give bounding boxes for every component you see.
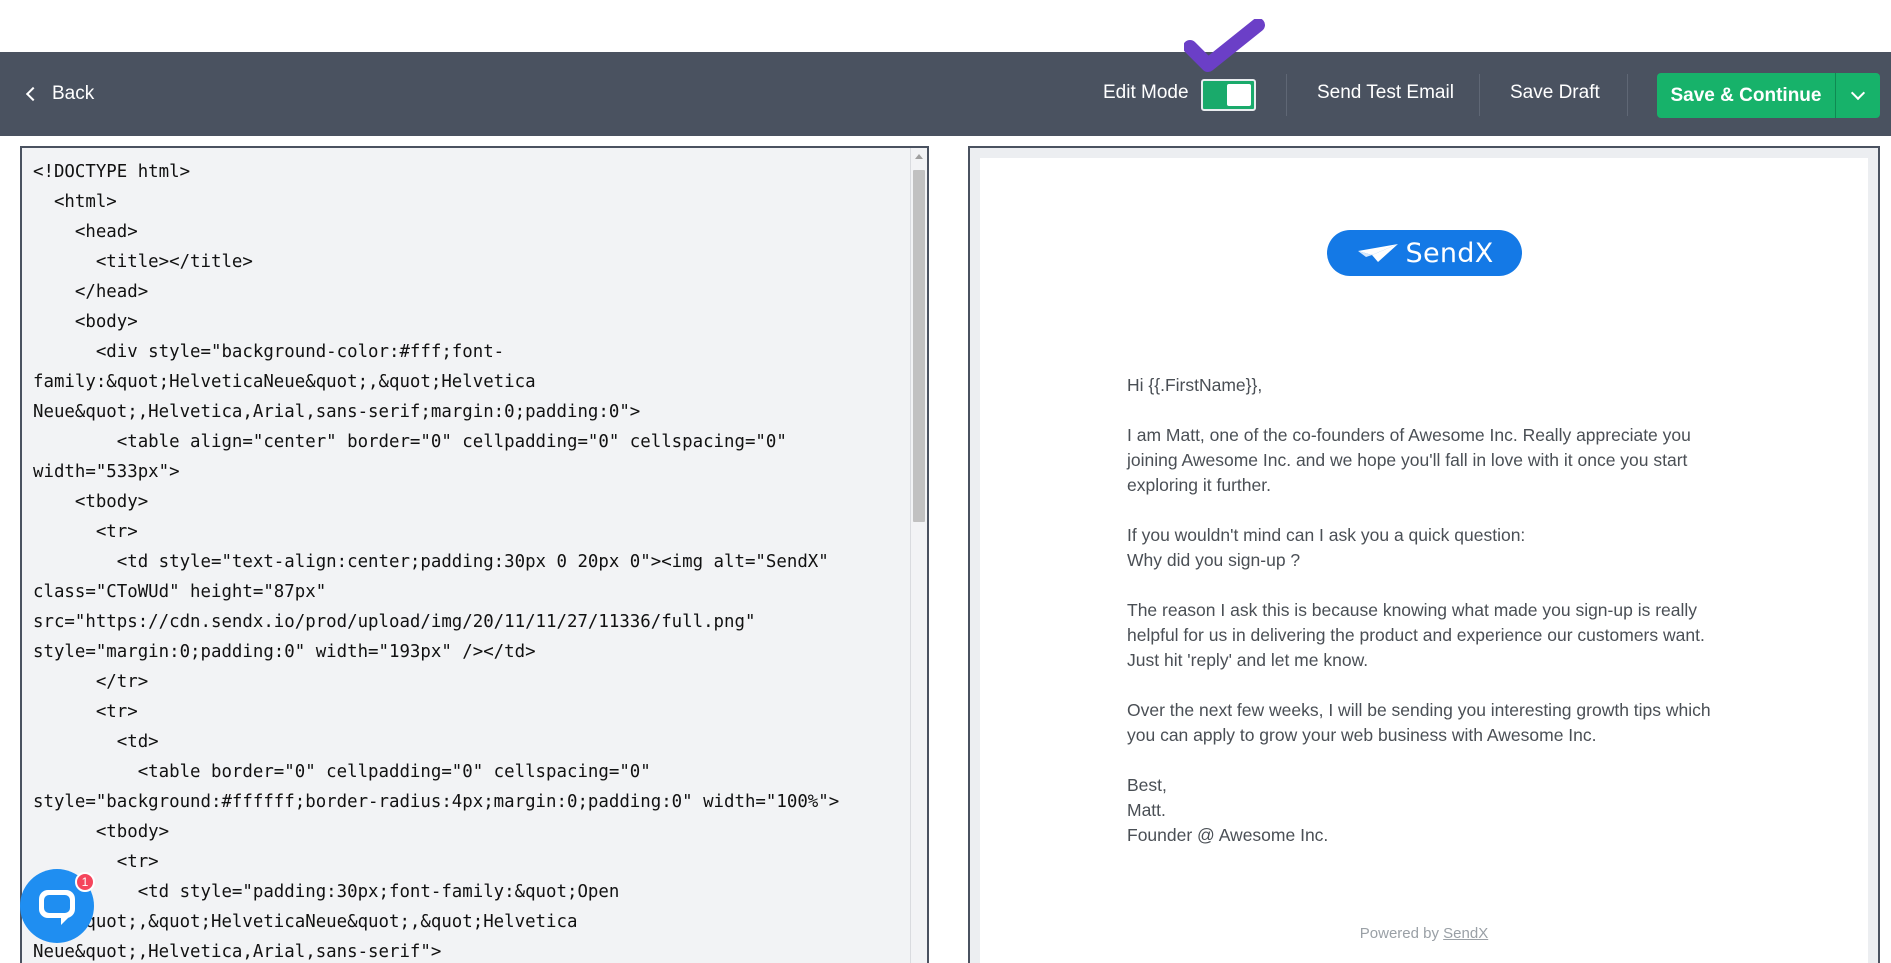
editor-toolbar: Back Edit Mode Send Test Email Save Draf…: [0, 19, 1891, 136]
signoff: Best,: [1127, 775, 1167, 795]
save-options-dropdown[interactable]: [1835, 73, 1880, 118]
powered-by: Powered by SendX: [980, 925, 1868, 942]
toolbar-divider: [1627, 74, 1628, 116]
paragraph-question-line1: If you wouldn't mind can I ask you a qui…: [1127, 525, 1526, 545]
scrollbar-thumb[interactable]: [913, 170, 925, 522]
toolbar-divider: [1286, 74, 1287, 116]
edit-mode-toggle[interactable]: [1201, 79, 1256, 111]
chevron-down-icon: [1850, 85, 1866, 101]
back-button[interactable]: Back: [24, 80, 94, 108]
powered-by-label: Powered by: [1359, 925, 1444, 942]
toggle-knob: [1227, 84, 1251, 106]
send-test-email-button[interactable]: Send Test Email: [1317, 82, 1454, 104]
checkmark-icon: [1184, 19, 1265, 72]
signature-title: Founder @ Awesome Inc.: [1127, 825, 1329, 845]
email-body: Hi {{.FirstName}}, I am Matt, one of the…: [1127, 373, 1727, 848]
paper-plane-icon: [1357, 244, 1398, 262]
editor-scrollbar[interactable]: [910, 148, 927, 963]
back-label: Back: [52, 83, 95, 104]
paragraph-tips: Over the next few weeks, I will be sendi…: [1127, 700, 1711, 745]
save-continue-group: Save & Continue: [1657, 73, 1880, 118]
chat-bubble-tail: [61, 913, 73, 925]
scroll-up-arrow-icon[interactable]: [915, 154, 923, 159]
chevron-left-icon: [25, 86, 41, 102]
paragraph-question-line2: Why did you sign-up ?: [1127, 550, 1301, 570]
chat-notification-badge: 1: [75, 872, 95, 892]
greeting: Hi {{.FirstName}},: [1127, 375, 1263, 395]
edit-mode-label: Edit Mode: [1103, 82, 1189, 103]
toolbar-divider: [1479, 74, 1480, 116]
top-strip: [0, 0, 1891, 52]
sendx-link[interactable]: SendX: [1443, 925, 1488, 942]
chat-bubble-inner: [44, 895, 70, 913]
signature-name: Matt.: [1127, 800, 1166, 820]
save-draft-button[interactable]: Save Draft: [1510, 82, 1600, 104]
logo-text: SendX: [1405, 237, 1494, 269]
paragraph-reason: The reason I ask this is because knowing…: [1127, 600, 1705, 670]
paragraph-intro: I am Matt, one of the co-founders of Awe…: [1127, 425, 1691, 495]
sendx-logo: SendX: [1327, 230, 1522, 276]
save-continue-button[interactable]: Save & Continue: [1657, 73, 1835, 118]
html-code-editor[interactable]: <!DOCTYPE html> <html> <head> <title></t…: [20, 146, 929, 963]
code-content[interactable]: <!DOCTYPE html> <html> <head> <title></t…: [33, 157, 913, 963]
email-preview-frame: SendX Hi {{.FirstName}}, I am Matt, one …: [968, 146, 1880, 963]
email-preview: SendX Hi {{.FirstName}}, I am Matt, one …: [980, 158, 1868, 963]
